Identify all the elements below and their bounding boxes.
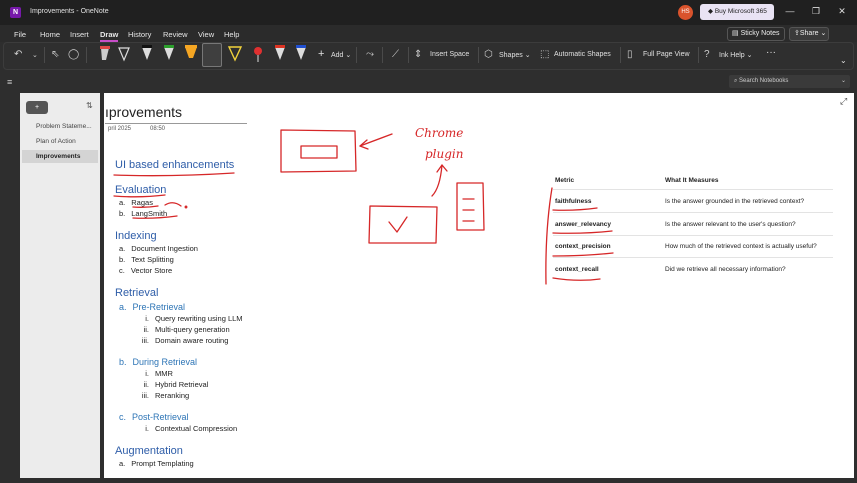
handwriting-plugin[interactable]: plugin bbox=[425, 147, 464, 161]
handwriting-chrome[interactable]: Chrome bbox=[415, 126, 463, 140]
ink-annotations[interactable]: Chrome plugin bbox=[0, 0, 857, 483]
